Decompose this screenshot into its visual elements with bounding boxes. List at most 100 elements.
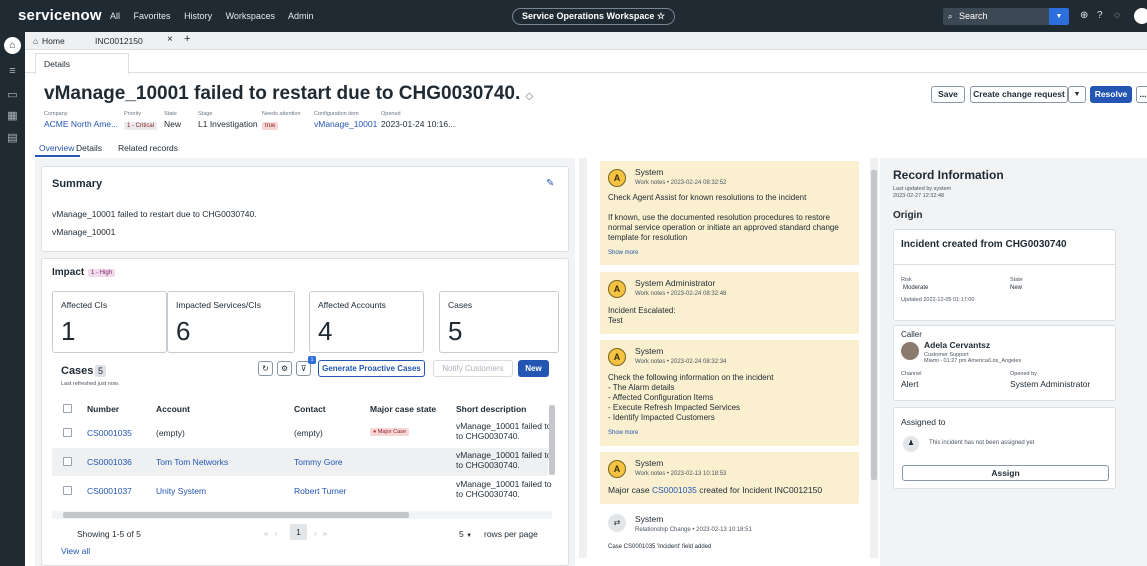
dashboard-icon[interactable]: ▦	[5, 109, 20, 123]
workspace-home-icon[interactable]: ⌂	[4, 37, 21, 54]
page-title-text: vManage_10001 failed to restart due to C…	[44, 83, 521, 104]
case-account-link[interactable]: Unity System	[156, 486, 206, 496]
home-icon[interactable]: ⌂	[33, 36, 38, 46]
column-account[interactable]: Account	[156, 404, 190, 414]
activity-scrollbar[interactable]	[871, 170, 877, 480]
servicenow-logo[interactable]: servicenow	[18, 7, 102, 24]
opened-value: 2023-01-24 10:16...	[381, 119, 456, 129]
save-button[interactable]: Save	[931, 86, 965, 103]
left-pane-scrollbar-track	[579, 158, 587, 558]
new-case-button[interactable]: New	[518, 360, 549, 377]
column-contact[interactable]: Contact	[294, 404, 326, 414]
ci-link[interactable]: vManage_10001	[314, 119, 377, 129]
field-label: Stage	[198, 111, 213, 117]
tab-incident[interactable]: INC0012150	[95, 36, 143, 46]
menu-favorites[interactable]: Favorites	[134, 11, 171, 21]
list-icon[interactable]: ≡	[5, 64, 20, 78]
opened-by-label: Opened by	[1010, 371, 1037, 377]
row-checkbox[interactable]	[63, 428, 72, 437]
column-number[interactable]: Number	[87, 404, 119, 414]
pagination-prev-icons[interactable]: «‹	[264, 529, 283, 538]
search-scope-dropdown[interactable]: ▼	[1049, 8, 1069, 25]
menu-workspaces[interactable]: Workspaces	[226, 11, 275, 21]
refresh-icon[interactable]: ↻	[258, 361, 273, 376]
view-all-link[interactable]: View all	[61, 546, 90, 556]
admin-avatar: A	[608, 280, 626, 298]
rows-per-page-select[interactable]: 5 ▼	[459, 529, 472, 539]
assign-button[interactable]: Assign	[902, 465, 1109, 481]
show-more-link[interactable]: Show more	[608, 430, 638, 436]
record-info-title: Record Information	[893, 168, 1004, 182]
tab-related-records[interactable]: Related records	[118, 143, 178, 153]
create-change-request-button[interactable]: Create change request	[970, 86, 1068, 103]
case-account-link[interactable]: Tom Tom Networks	[156, 457, 228, 467]
affected-cis-box[interactable]: Affected CIs 1	[52, 291, 167, 353]
resolve-button[interactable]: Resolve	[1090, 86, 1132, 103]
inbox-icon[interactable]: ▭	[5, 88, 20, 102]
field-label: Needs attention	[262, 111, 301, 117]
workspace-pill[interactable]: Service Operations Workspace ☆	[512, 8, 675, 25]
help-icon[interactable]: ?	[1097, 10, 1103, 21]
activity-line: Check the following information on the i…	[608, 373, 774, 382]
affected-accounts-count: 4	[318, 316, 333, 346]
field-label: Priority	[124, 111, 142, 117]
tab-details[interactable]: Details	[35, 53, 129, 74]
gear-icon[interactable]: ⚙	[277, 361, 292, 376]
tab-overview[interactable]: Overview	[39, 143, 74, 153]
menu-history[interactable]: History	[184, 11, 212, 21]
case-number-link[interactable]: CS0001036	[87, 457, 132, 467]
priority-badge: 1 - Critical	[124, 122, 158, 130]
edit-icon[interactable]: ✎	[546, 178, 554, 189]
close-tab-icon[interactable]: ×	[167, 34, 173, 45]
more-actions-button[interactable]: ...	[1136, 86, 1147, 103]
case-link[interactable]: CS0001035	[652, 485, 697, 495]
caller-name-link[interactable]: Adela Cervantsz	[924, 340, 990, 350]
user-icon: ♟	[903, 436, 919, 452]
menu-admin[interactable]: Admin	[288, 11, 314, 21]
state-label: State	[1010, 277, 1023, 283]
system-avatar: A	[608, 460, 626, 478]
add-tab-icon[interactable]: +	[184, 33, 190, 45]
case-number-link[interactable]: CS0001035	[87, 428, 132, 438]
activity-line: template for resolution	[608, 233, 688, 242]
pagination-page[interactable]: 1	[290, 524, 307, 540]
row-checkbox[interactable]	[63, 486, 72, 495]
select-all-checkbox[interactable]	[63, 404, 72, 413]
activity-entry: A System Work notes • 2023-02-13 10:18:5…	[600, 452, 859, 504]
row-checkbox[interactable]	[63, 457, 72, 466]
tab-home[interactable]: Home	[42, 36, 65, 46]
affected-accounts-box[interactable]: Affected Accounts 4	[309, 291, 424, 353]
cases-box[interactable]: Cases 5	[439, 291, 559, 353]
avatar[interactable]	[1134, 8, 1147, 24]
chevron-down-icon[interactable]: ▼	[1068, 86, 1086, 103]
pagination-next-icons[interactable]: ›»	[314, 529, 333, 538]
pagination-summary: Showing 1-5 of 5	[77, 529, 141, 539]
notifications-icon[interactable]: ◌	[1114, 10, 1120, 21]
show-more-link[interactable]: Show more	[608, 250, 638, 256]
activity-meta: Relationship Change • 2023-02-13 10:18:5…	[635, 527, 752, 533]
origin-updated: Updated 2022-12-05 01:17:00	[901, 297, 975, 303]
origin-card[interactable]: Incident created from CHG0030740 Risk Mo…	[893, 229, 1116, 321]
tag-icon[interactable]: ◇	[526, 91, 534, 102]
impacted-services-box[interactable]: Impacted Services/CIs 6	[167, 291, 295, 353]
channel-value: Alert	[901, 379, 919, 389]
table-horizontal-scrollbar[interactable]	[63, 512, 409, 518]
table-vertical-scrollbar[interactable]	[549, 405, 555, 475]
field-state: State New	[164, 111, 181, 129]
column-short-description[interactable]: Short description	[456, 404, 526, 414]
column-major-case-state[interactable]: Major case state	[370, 404, 436, 414]
notify-customers-button[interactable]: Notify Customers	[433, 360, 513, 377]
globe-icon[interactable]: ⊕	[1080, 10, 1088, 21]
document-icon[interactable]: ▤	[5, 131, 20, 145]
search-placeholder: Search	[959, 11, 988, 21]
menu-all[interactable]: All	[110, 11, 120, 21]
record-tabs: ⌂ Home INC0012150 × +	[25, 32, 1147, 50]
case-contact-link[interactable]: Robert Turner	[294, 486, 346, 496]
case-contact-link[interactable]: Tommy Gore	[294, 457, 343, 467]
tab-details-2[interactable]: Details	[76, 143, 102, 153]
last-refreshed-text: Last refreshed just now.	[61, 381, 120, 387]
generate-proactive-cases-button[interactable]: Generate Proactive Cases	[318, 360, 425, 377]
company-link[interactable]: ACME North Ame...	[44, 119, 118, 129]
case-number-link[interactable]: CS0001037	[87, 486, 132, 496]
activity-meta: Work notes • 2023-02-24 08:32:34	[635, 359, 727, 365]
